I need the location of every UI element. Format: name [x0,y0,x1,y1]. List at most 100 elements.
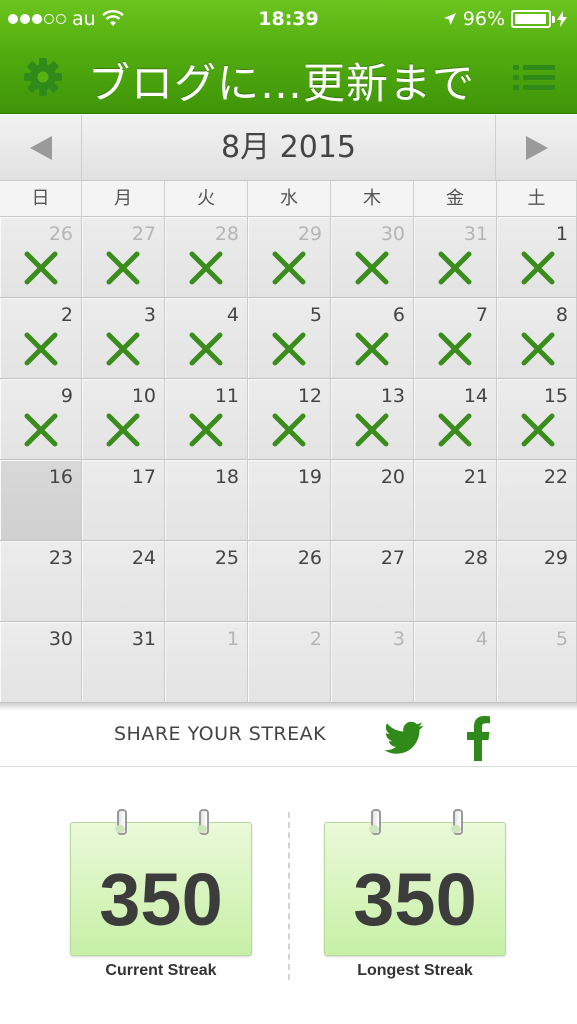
twitter-icon[interactable] [384,721,424,755]
day-number: 25 [214,547,239,569]
month-label: 8月 2015 [221,130,356,165]
app-header: au 18:39 96% ブログに…更新まで [0,0,577,114]
x-mark-icon [106,413,140,447]
day-number: 5 [555,628,568,650]
calendar-day-cell[interactable]: 30 [0,622,82,703]
calendar-day-cell[interactable]: 31 [414,217,497,298]
calendar-day-cell[interactable]: 15 [497,379,577,460]
weekday-label: 土 [497,181,577,217]
calendar-day-cell[interactable]: 5 [248,298,331,379]
calendar-day-cell[interactable]: 7 [414,298,497,379]
day-number: 1 [555,223,568,245]
day-number: 13 [380,385,405,407]
calendar-day-cell[interactable]: 19 [248,460,331,541]
day-number: 18 [214,466,239,488]
triangle-left-icon [29,136,52,160]
day-number: 12 [297,385,322,407]
calendar-day-cell[interactable]: 1 [497,217,577,298]
binder-ring [197,809,209,837]
gear-icon[interactable] [22,56,64,98]
calendar-day-cell[interactable]: 8 [497,298,577,379]
calendar-day-cell[interactable]: 16 [0,460,82,541]
weekday-header: 日月火水木金土 [0,181,577,217]
calendar-day-cell[interactable]: 25 [165,541,248,622]
calendar-day-cell[interactable]: 30 [331,217,414,298]
x-mark-icon [355,251,389,285]
calendar-day-cell[interactable]: 27 [331,541,414,622]
share-label: SHARE YOUR STREAK [114,723,327,745]
nav-bar: ブログに…更新まで [0,40,577,114]
day-number: 9 [60,385,73,407]
calendar-day-cell[interactable]: 4 [165,298,248,379]
calendar-day-cell[interactable]: 3 [331,622,414,703]
day-number: 28 [214,223,239,245]
prev-month-button[interactable] [0,115,82,181]
calendar-day-cell[interactable]: 3 [82,298,165,379]
status-right: 96% [443,8,567,30]
calendar-day-cell[interactable]: 1 [165,622,248,703]
day-number: 4 [226,304,239,326]
calendar-day-cell[interactable]: 18 [165,460,248,541]
calendar-day-cell[interactable]: 28 [414,541,497,622]
calendar-day-cell[interactable]: 2 [248,622,331,703]
list-icon[interactable] [513,63,555,93]
calendar-day-cell[interactable]: 13 [331,379,414,460]
x-mark-icon [272,251,306,285]
calendar-day-cell[interactable]: 21 [414,460,497,541]
calendar-day-cell[interactable]: 4 [414,622,497,703]
day-number: 27 [131,223,156,245]
day-number: 2 [309,628,322,650]
current-streak-card: 350 [70,809,252,956]
longest-streak-value: 350 [353,858,477,941]
day-number: 31 [131,628,156,650]
day-number: 29 [297,223,322,245]
calendar-day-cell[interactable]: 26 [0,217,82,298]
day-number: 6 [392,304,405,326]
location-arrow-icon [443,13,456,25]
day-number: 14 [463,385,488,407]
x-mark-icon [272,413,306,447]
share-bar: SHARE YOUR STREAK [0,711,577,767]
calendar-day-cell[interactable]: 27 [82,217,165,298]
calendar-day-cell[interactable]: 5 [497,622,577,703]
battery-percent: 96% [462,8,505,30]
day-number: 3 [392,628,405,650]
calendar-day-cell[interactable]: 31 [82,622,165,703]
calendar-day-cell[interactable]: 12 [248,379,331,460]
calendar-day-cell[interactable]: 24 [82,541,165,622]
x-mark-icon [24,251,58,285]
weekday-label: 月 [82,181,165,217]
day-number: 31 [463,223,488,245]
day-number: 11 [214,385,239,407]
calendar-day-cell[interactable]: 29 [248,217,331,298]
month-navigation: 8月 2015 [0,115,577,181]
day-number: 29 [543,547,568,569]
day-number: 2 [60,304,73,326]
calendar-day-cell[interactable]: 17 [82,460,165,541]
calendar-day-cell[interactable]: 2 [0,298,82,379]
facebook-icon[interactable] [466,715,490,761]
calendar-week-row: 16 17 18 19 20 21 22 [0,460,577,541]
x-mark-icon [438,251,472,285]
calendar-day-cell[interactable]: 23 [0,541,82,622]
calendar-day-cell[interactable]: 14 [414,379,497,460]
calendar-day-cell[interactable]: 26 [248,541,331,622]
charging-bolt-icon [557,11,567,27]
page-title: ブログに…更新まで [88,59,476,108]
calendar-day-cell[interactable]: 29 [497,541,577,622]
weekday-label: 木 [331,181,414,217]
calendar-week-row: 2 3 4 5 6 7 8 [0,298,577,379]
x-mark-icon [355,332,389,366]
day-number: 26 [48,223,73,245]
binder-ring [369,809,381,837]
current-streak-label: Current Streak [105,962,217,979]
calendar-day-cell[interactable]: 28 [165,217,248,298]
day-number: 7 [475,304,488,326]
calendar-day-cell[interactable]: 9 [0,379,82,460]
calendar-day-cell[interactable]: 20 [331,460,414,541]
calendar-day-cell[interactable]: 22 [497,460,577,541]
next-month-button[interactable] [495,115,577,181]
calendar-day-cell[interactable]: 11 [165,379,248,460]
calendar-day-cell[interactable]: 6 [331,298,414,379]
calendar-day-cell[interactable]: 10 [82,379,165,460]
